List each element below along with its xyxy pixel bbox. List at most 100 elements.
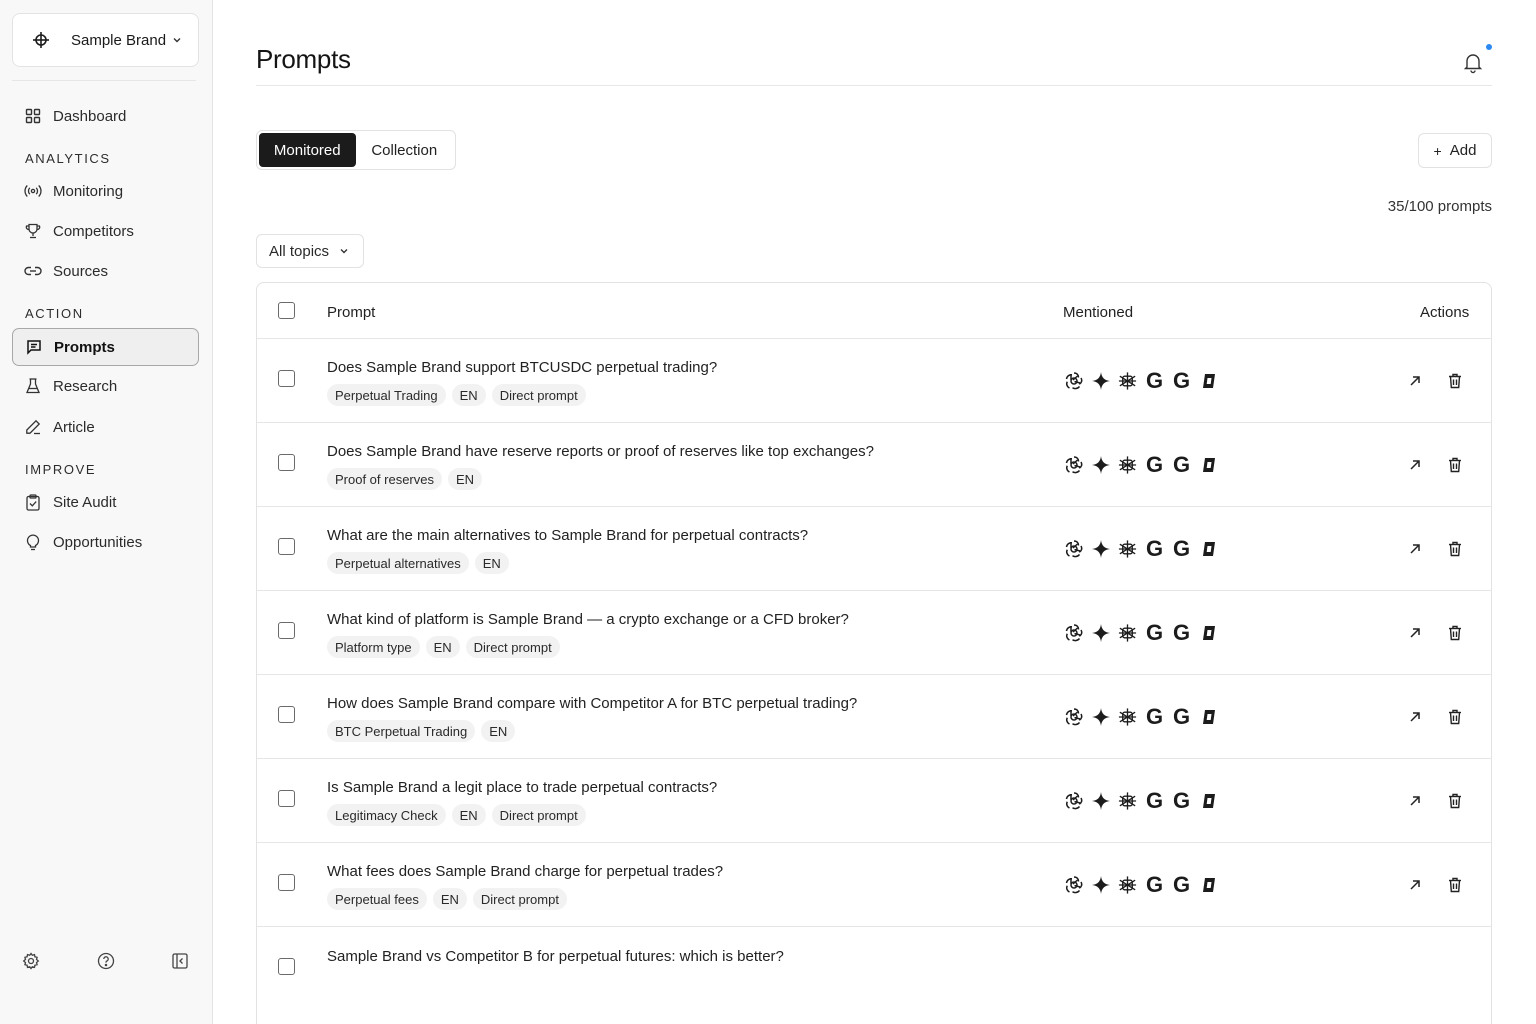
tag-badge: EN bbox=[448, 468, 483, 490]
sparkle-icon bbox=[1090, 790, 1111, 811]
view-tabs: Monitored Collection bbox=[256, 130, 456, 170]
plus-icon: + bbox=[1433, 142, 1442, 159]
mentioned-engines: GG bbox=[1063, 704, 1219, 729]
sidebar-item-site-audit[interactable]: Site Audit bbox=[12, 483, 199, 521]
openai-icon bbox=[1063, 874, 1084, 895]
trash-icon[interactable] bbox=[1447, 708, 1463, 726]
tag-badge: Proof of reserves bbox=[327, 468, 442, 490]
claude-icon bbox=[1117, 370, 1138, 391]
trophy-icon bbox=[24, 222, 42, 240]
sidebar-item-prompts[interactable]: Prompts bbox=[12, 328, 199, 366]
sidebar-item-label: Research bbox=[53, 377, 118, 395]
trash-icon[interactable] bbox=[1447, 372, 1463, 390]
google-g-icon: G bbox=[1172, 704, 1191, 729]
sidebar-item-article[interactable]: Article bbox=[12, 408, 199, 446]
table-row: Sample Brand vs Competitor B for perpetu… bbox=[257, 927, 1491, 1011]
claude-icon bbox=[1117, 622, 1138, 643]
table-row: Does Sample Brand have reserve reports o… bbox=[257, 423, 1491, 507]
prompt-tags: Proof of reserves EN bbox=[327, 468, 483, 490]
prompt-tags: Legitimacy Check EN Direct prompt bbox=[327, 804, 586, 826]
open-arrow-icon[interactable] bbox=[1407, 793, 1423, 809]
sidebar-item-monitoring[interactable]: Monitoring bbox=[12, 172, 199, 210]
sidebar-item-label: Dashboard bbox=[53, 107, 127, 125]
row-checkbox[interactable] bbox=[278, 706, 295, 723]
trash-icon[interactable] bbox=[1447, 456, 1463, 474]
column-header-actions: Actions bbox=[1420, 304, 1470, 321]
row-checkbox[interactable] bbox=[278, 538, 295, 555]
sidebar-item-opportunities[interactable]: Opportunities bbox=[12, 523, 199, 561]
tag-badge: Direct prompt bbox=[491, 804, 586, 826]
open-arrow-icon[interactable] bbox=[1407, 877, 1423, 893]
google-g-icon: G bbox=[1145, 452, 1164, 477]
link-icon bbox=[24, 262, 42, 280]
sidebar-item-sources[interactable]: Sources bbox=[12, 252, 199, 290]
row-checkbox[interactable] bbox=[278, 790, 295, 807]
tag-badge: Direct prompt bbox=[465, 636, 560, 658]
sidebar-item-competitors[interactable]: Competitors bbox=[12, 212, 199, 250]
trash-icon[interactable] bbox=[1447, 540, 1463, 558]
google-g-icon: G bbox=[1172, 620, 1191, 645]
trash-icon[interactable] bbox=[1447, 792, 1463, 810]
tag-badge: Perpetual alternatives bbox=[327, 552, 469, 574]
sparkle-icon bbox=[1090, 622, 1111, 643]
open-arrow-icon[interactable] bbox=[1407, 541, 1423, 557]
header-divider bbox=[256, 85, 1492, 86]
copilot-icon bbox=[1198, 454, 1219, 475]
topics-filter-dropdown[interactable]: All topics bbox=[256, 234, 364, 268]
trash-icon[interactable] bbox=[1447, 876, 1463, 894]
open-arrow-icon[interactable] bbox=[1407, 709, 1423, 725]
google-g-icon: G bbox=[1145, 368, 1164, 393]
sidebar-item-research[interactable]: Research bbox=[12, 367, 199, 405]
copilot-icon bbox=[1198, 874, 1219, 895]
flask-icon bbox=[24, 377, 42, 395]
bell-icon[interactable] bbox=[1463, 52, 1483, 74]
row-checkbox[interactable] bbox=[278, 958, 295, 975]
tab-collection[interactable]: Collection bbox=[356, 133, 454, 167]
help-circle-icon[interactable] bbox=[95, 950, 117, 972]
filter-label: All topics bbox=[269, 242, 330, 260]
claude-icon bbox=[1117, 706, 1138, 727]
google-g-icon: G bbox=[1172, 452, 1191, 477]
message-square-icon bbox=[25, 338, 43, 356]
sidebar-item-label: Prompts bbox=[54, 338, 115, 356]
prompt-text: Is Sample Brand a legit place to trade p… bbox=[327, 779, 718, 796]
column-header-mentioned: Mentioned bbox=[1063, 304, 1134, 321]
sidebar-item-label: Sources bbox=[53, 262, 109, 280]
sparkle-icon bbox=[1090, 706, 1111, 727]
claude-icon bbox=[1117, 790, 1138, 811]
tab-monitored[interactable]: Monitored bbox=[259, 133, 356, 167]
section-label-action: ACTION bbox=[25, 306, 84, 321]
brand-switcher[interactable]: Sample Brand bbox=[12, 13, 199, 67]
open-arrow-icon[interactable] bbox=[1407, 457, 1423, 473]
tag-badge: Direct prompt bbox=[491, 384, 586, 406]
tag-badge: Perpetual Trading bbox=[327, 384, 446, 406]
tag-badge: EN bbox=[432, 888, 467, 910]
select-all-checkbox[interactable] bbox=[278, 302, 295, 319]
table-row: What kind of platform is Sample Brand — … bbox=[257, 591, 1491, 675]
google-g-icon: G bbox=[1145, 536, 1164, 561]
open-arrow-icon[interactable] bbox=[1407, 373, 1423, 389]
row-checkbox[interactable] bbox=[278, 454, 295, 471]
sidebar-item-dashboard[interactable]: Dashboard bbox=[12, 97, 199, 135]
openai-icon bbox=[1063, 370, 1084, 391]
lightbulb-icon bbox=[24, 533, 42, 551]
row-checkbox[interactable] bbox=[278, 622, 295, 639]
row-checkbox[interactable] bbox=[278, 874, 295, 891]
collapse-sidebar-icon[interactable] bbox=[169, 950, 191, 972]
prompt-text: What are the main alternatives to Sample… bbox=[327, 527, 809, 544]
open-arrow-icon[interactable] bbox=[1407, 625, 1423, 641]
mentioned-engines: GG bbox=[1063, 452, 1219, 477]
tag-badge: Perpetual fees bbox=[327, 888, 427, 910]
google-g-icon: G bbox=[1172, 872, 1191, 897]
sparkle-icon bbox=[1090, 454, 1111, 475]
prompt-text: Does Sample Brand have reserve reports o… bbox=[327, 443, 874, 460]
row-checkbox[interactable] bbox=[278, 370, 295, 387]
openai-icon bbox=[1063, 790, 1084, 811]
tag-badge: EN bbox=[481, 720, 516, 742]
add-prompt-button[interactable]: + Add bbox=[1418, 133, 1492, 168]
table-row: How does Sample Brand compare with Compe… bbox=[257, 675, 1491, 759]
copilot-icon bbox=[1198, 538, 1219, 559]
sparkle-icon bbox=[1090, 370, 1111, 391]
settings-gear-icon[interactable] bbox=[20, 950, 42, 972]
trash-icon[interactable] bbox=[1447, 624, 1463, 642]
